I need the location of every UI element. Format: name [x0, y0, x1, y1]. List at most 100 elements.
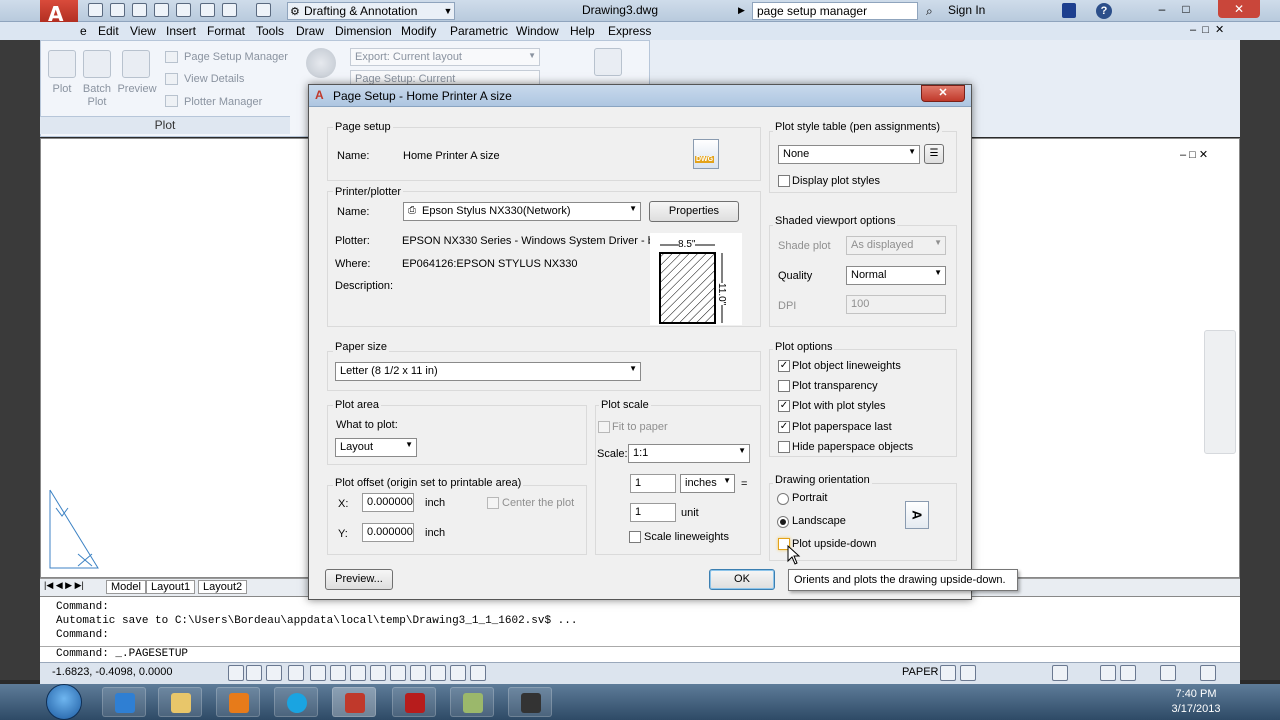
3dosnap-icon[interactable]: [330, 665, 346, 681]
preview-icon[interactable]: [122, 50, 150, 78]
menu-edit[interactable]: Edit: [98, 24, 119, 38]
taskbar-explorer[interactable]: [158, 687, 202, 717]
grid-icon[interactable]: [246, 665, 262, 681]
help-icon[interactable]: ?: [1096, 3, 1112, 19]
menu-help[interactable]: Help: [570, 24, 595, 38]
plotter-manager-button[interactable]: Plotter Manager: [184, 96, 262, 108]
what-to-plot-select[interactable]: Layout ▼: [335, 438, 417, 457]
transparency-icon[interactable]: [430, 665, 446, 681]
scale-lineweights-checkbox[interactable]: [629, 531, 641, 543]
scale-value2-input[interactable]: 1: [630, 503, 676, 522]
menu-modify[interactable]: Modify: [401, 24, 436, 38]
system-clock[interactable]: 7:40 PM 3/17/2013: [1168, 687, 1224, 717]
taskbar-camtasia[interactable]: [508, 687, 552, 717]
batch-plot-button[interactable]: Batch Plot: [80, 83, 114, 109]
preview-dialog-button[interactable]: Preview...: [325, 569, 393, 590]
tab-model[interactable]: Model: [106, 580, 146, 594]
isolate-objects-icon[interactable]: [1160, 665, 1176, 681]
close-button[interactable]: ✕: [1218, 0, 1260, 18]
publish-icon[interactable]: [594, 48, 622, 76]
tab-layout2[interactable]: Layout2: [198, 580, 248, 594]
menu-format[interactable]: Format: [207, 24, 245, 38]
menu-insert[interactable]: Insert: [166, 24, 196, 38]
doc-window-controls[interactable]: – □ ✕: [1190, 23, 1224, 36]
ok-button[interactable]: OK: [709, 569, 775, 590]
command-input[interactable]: Command: _.PAGESETUP: [40, 646, 1240, 662]
plot-paperspace-last-checkbox[interactable]: ✓: [778, 421, 790, 433]
tab-nav-arrows[interactable]: |◀ ◀ ▶ ▶|: [44, 580, 84, 591]
quick-view-drawings-icon[interactable]: [960, 665, 976, 681]
maximize-button[interactable]: □: [1174, 0, 1198, 18]
polar-icon[interactable]: [288, 665, 304, 681]
minimize-button[interactable]: –: [1150, 0, 1174, 18]
open-icon[interactable]: [110, 3, 125, 17]
scale-value1-input[interactable]: 1: [630, 474, 676, 493]
taskbar-ie[interactable]: [102, 687, 146, 717]
quick-properties-icon[interactable]: [450, 665, 466, 681]
ortho-icon[interactable]: [266, 665, 282, 681]
clean-screen-icon[interactable]: [1200, 665, 1216, 681]
start-button[interactable]: [46, 684, 82, 720]
binoculars-icon[interactable]: ⌕: [926, 4, 933, 19]
lock-icon[interactable]: [1120, 665, 1136, 681]
dyn-icon[interactable]: [390, 665, 406, 681]
annotation-scale-icon[interactable]: [1052, 665, 1068, 681]
menu-window[interactable]: Window: [516, 24, 559, 38]
lineweight-icon[interactable]: [410, 665, 426, 681]
batch-plot-icon[interactable]: [83, 50, 111, 78]
menu-parametric[interactable]: Parametric: [450, 24, 508, 38]
x-offset-input[interactable]: 0.000000: [362, 493, 414, 512]
save-as-icon[interactable]: [154, 3, 169, 17]
ducs-icon[interactable]: [370, 665, 386, 681]
workspace-switch-icon[interactable]: [1100, 665, 1116, 681]
portrait-radio[interactable]: [777, 493, 789, 505]
menu-tools[interactable]: Tools: [256, 24, 284, 38]
taskbar-skype[interactable]: [274, 687, 318, 717]
plot-style-select[interactable]: None ▼: [778, 145, 920, 164]
navigation-bar[interactable]: [1204, 330, 1236, 454]
menu-view[interactable]: View: [130, 24, 156, 38]
infer-constraints-icon[interactable]: [228, 665, 244, 681]
taskbar-app[interactable]: [450, 687, 494, 717]
plot-icon[interactable]: [48, 50, 76, 78]
quality-select[interactable]: Normal ▼: [846, 266, 946, 285]
osnap-icon[interactable]: [310, 665, 326, 681]
y-offset-input[interactable]: 0.000000: [362, 523, 414, 542]
taskbar-autocad[interactable]: [332, 687, 376, 717]
workspace-select[interactable]: Drafting & Annotation: [287, 2, 455, 20]
plot-transparency-checkbox[interactable]: [778, 380, 790, 392]
dpi-input[interactable]: 100: [846, 295, 946, 314]
plot-button[interactable]: Plot: [46, 83, 78, 95]
shade-plot-select[interactable]: As displayed ▼: [846, 236, 946, 255]
undo-icon[interactable]: [222, 3, 237, 17]
printer-select[interactable]: ⎙ Epson Stylus NX330(Network) ▼: [403, 202, 641, 221]
menu-express[interactable]: Express: [608, 24, 651, 38]
tab-layout1[interactable]: Layout1: [146, 580, 196, 594]
sign-in-link[interactable]: Sign In: [948, 3, 985, 17]
plot-with-plot-styles-checkbox[interactable]: ✓: [778, 400, 790, 412]
hide-paperspace-objects-checkbox[interactable]: [778, 441, 790, 453]
otrack-icon[interactable]: [350, 665, 366, 681]
redo-icon[interactable]: [256, 3, 271, 17]
preview-button[interactable]: Preview: [114, 83, 160, 95]
dialog-close-button[interactable]: ✕: [921, 85, 965, 102]
paper-size-select[interactable]: Letter (8 1/2 x 11 in) ▼: [335, 362, 641, 381]
exchange-icon[interactable]: [1062, 3, 1076, 18]
properties-button[interactable]: Properties: [649, 201, 739, 222]
scale-units-select[interactable]: inches ▼: [680, 474, 735, 493]
fit-to-paper-checkbox[interactable]: [598, 421, 610, 433]
export-select[interactable]: Export: Current layout ▼: [350, 48, 540, 66]
new-icon[interactable]: [88, 3, 103, 17]
menu-dimension[interactable]: Dimension: [335, 24, 392, 38]
viewport-window-controls[interactable]: – □ ✕: [1180, 148, 1208, 161]
page-setup-manager-button[interactable]: Page Setup Manager: [184, 51, 288, 63]
menu-draw[interactable]: Draw: [296, 24, 324, 38]
search-input[interactable]: page setup manager: [752, 2, 918, 20]
menu-file[interactable]: e: [80, 24, 87, 38]
center-plot-checkbox[interactable]: [487, 497, 499, 509]
display-plot-styles-checkbox[interactable]: [778, 175, 790, 187]
cloud-icon[interactable]: [176, 3, 191, 17]
paper-space-label[interactable]: PAPER: [902, 666, 938, 678]
expand-arrow-icon[interactable]: ▶: [738, 5, 745, 16]
selection-cycling-icon[interactable]: [470, 665, 486, 681]
